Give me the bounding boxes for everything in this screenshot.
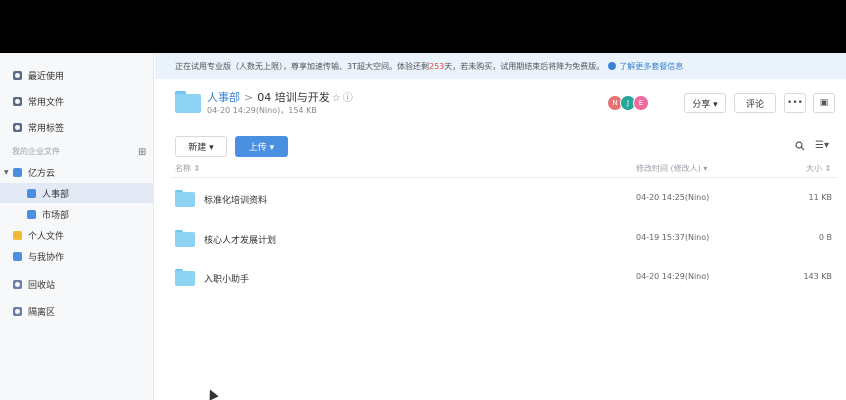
tag-icon	[13, 122, 22, 132]
folder-meta: 04-20 14:29(Nino)，154 KB	[207, 106, 317, 115]
sidebar-item-marketing-department[interactable]: 市场部	[0, 204, 154, 224]
org-chart-icon[interactable]: ⊞	[138, 147, 146, 158]
table-row[interactable]: 核心人才发展计划 04-19 15:37(Nino) 0 B	[155, 219, 846, 258]
trial-days-remaining: 253	[428, 61, 445, 71]
section-enterprise-files: 我的企业文件	[12, 147, 60, 156]
sidebar-item-recent[interactable]: 最近使用	[0, 65, 154, 85]
notice-text-end: 天，若未购买，试用期结束后将降为免费版。	[444, 61, 605, 71]
sidebar-item-quarantine[interactable]: 隔离区	[0, 301, 154, 321]
title-bar	[0, 0, 846, 53]
share-button[interactable]: 分享 ▾	[684, 93, 726, 113]
file-name[interactable]: 标准化培训资料	[204, 193, 267, 206]
star-file-icon	[13, 96, 22, 106]
caret-down-icon[interactable]: ▼	[4, 169, 9, 176]
file-modified: 04-20 14:29(Nino)	[636, 272, 710, 281]
pricing-link-label: 了解更多套餐信息	[619, 61, 684, 71]
side-panel-icon[interactable]: ▣	[813, 93, 835, 113]
upload-button[interactable]: 上传 ▾	[235, 136, 288, 157]
sidebar-item-label: 隔离区	[28, 307, 56, 318]
comment-button[interactable]: 评论	[734, 93, 776, 113]
file-size: 143 KB	[803, 272, 832, 281]
star-icon[interactable]: ☆	[332, 93, 341, 104]
sidebar-item-label: 回收站	[28, 280, 56, 291]
folder-header: 人事部 >04 培训与开发 ☆ ⓘ 04-20 14:29(Nino)，154 KB …	[155, 79, 846, 129]
sidebar: 最近使用 常用文件 常用标签 我的企业文件 ⊞ ▼ 亿方云 人事部 市场部 个人…	[0, 53, 154, 400]
column-header-size[interactable]: 大小 ⇕	[806, 163, 831, 174]
folder-icon	[175, 190, 195, 207]
sidebar-item-collaboration[interactable]: 与我协作	[0, 246, 154, 266]
sidebar-item-label: 个人文件	[28, 231, 65, 242]
company-icon	[13, 167, 22, 177]
avatar[interactable]: E	[633, 95, 649, 111]
notice-text-start: 正在试用专业版（人数无上限），尊享加速传输、3T超大空间。体验还剩	[175, 61, 429, 71]
sidebar-item-label: 常用文件	[28, 97, 65, 108]
folder-icon	[175, 91, 201, 113]
file-name[interactable]: 核心人才发展计划	[204, 233, 276, 246]
trial-notice-bar: 正在试用专业版（人数无上限），尊享加速传输、3T超大空间。体验还剩 253 天，若未…	[155, 53, 846, 79]
sidebar-item-label: 最近使用	[28, 71, 65, 82]
collab-icon	[13, 251, 22, 261]
info-icon	[608, 62, 617, 70]
sidebar-item-hr-department[interactable]: 人事部	[0, 183, 154, 203]
sidebar-item-label: 常用标签	[28, 123, 65, 134]
table-row[interactable]: 标准化培训资料 04-20 14:25(Nino) 11 KB	[155, 179, 846, 218]
sidebar-item-recycle-bin[interactable]: 回收站	[0, 274, 154, 294]
file-size: 0 B	[818, 233, 832, 242]
collaborator-avatars[interactable]: N J E	[607, 95, 649, 111]
column-header-name[interactable]: 名称 ⇕	[175, 163, 200, 174]
folder-icon	[175, 230, 195, 247]
department-icon	[27, 209, 36, 219]
file-modified: 04-20 14:25(Nino)	[636, 193, 710, 202]
sidebar-item-company[interactable]: ▼ 亿方云	[0, 162, 154, 182]
sidebar-item-label: 市场部	[42, 210, 70, 221]
sidebar-item-favorites[interactable]: 常用文件	[0, 91, 154, 111]
header-divider	[170, 177, 838, 178]
view-mode-icon[interactable]: ☰▾	[815, 140, 829, 151]
sidebar-item-label: 亿方云	[28, 168, 56, 179]
breadcrumb-separator: >	[244, 91, 254, 104]
sidebar-item-personal-files[interactable]: 个人文件	[0, 225, 154, 245]
sidebar-item-label: 人事部	[42, 189, 70, 200]
table-row[interactable]: 入职小助手 04-20 14:29(Nino) 143 KB	[155, 258, 846, 297]
search-icon[interactable]	[795, 141, 805, 151]
breadcrumb: 人事部 >04 培训与开发 ☆ ⓘ	[207, 89, 353, 105]
breadcrumb-parent[interactable]: 人事部	[207, 91, 240, 104]
info-icon[interactable]: ⓘ	[343, 93, 353, 104]
page-title: 04 培训与开发	[257, 91, 330, 104]
folder-icon	[175, 269, 195, 286]
file-name[interactable]: 入职小助手	[204, 272, 249, 285]
quarantine-icon	[13, 306, 22, 316]
person-icon	[13, 230, 22, 240]
file-size: 11 KB	[808, 193, 832, 202]
mouse-cursor-icon	[205, 387, 219, 400]
department-icon	[27, 188, 36, 198]
file-modified: 04-19 15:37(Nino)	[636, 233, 710, 242]
clock-icon	[13, 70, 22, 80]
pricing-info-link[interactable]: 了解更多套餐信息	[608, 61, 683, 72]
sidebar-item-label: 与我协作	[28, 252, 65, 263]
sidebar-item-tags[interactable]: 常用标签	[0, 117, 154, 137]
trash-icon	[13, 279, 22, 289]
column-header-modified[interactable]: 修改时间 (修改人) ▾	[636, 163, 707, 174]
more-options-icon[interactable]: •••	[784, 93, 806, 113]
new-button[interactable]: 新建 ▾	[175, 136, 227, 157]
